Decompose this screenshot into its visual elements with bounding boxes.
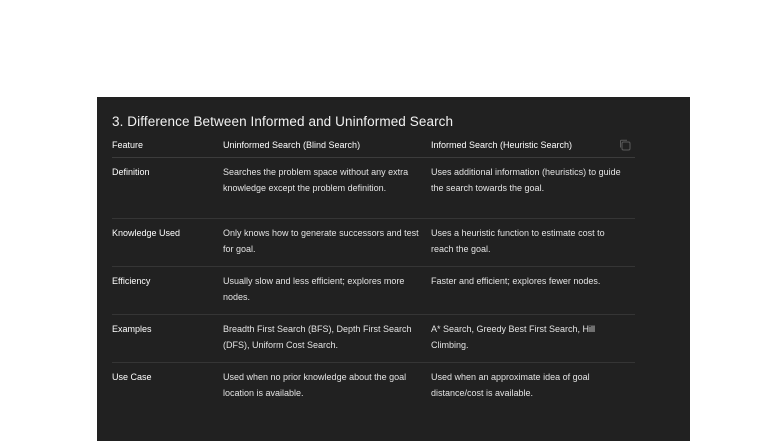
table-row: Efficiency Usually slow and less efficie… [112, 266, 635, 315]
row-informed-cell: Faster and efficient; explores fewer nod… [431, 266, 635, 315]
row-uninformed-cell: Searches the problem space without any e… [223, 157, 431, 219]
table-header-row: Feature Uninformed Search (Blind Search)… [112, 135, 635, 158]
row-uninformed-cell: Usually slow and less efficient; explore… [223, 266, 431, 315]
row-uninformed-cell: Breadth First Search (BFS), Depth First … [223, 314, 431, 363]
comparison-table: Feature Uninformed Search (Blind Search)… [112, 135, 635, 410]
column-header-feature: Feature [112, 135, 223, 158]
row-feature: Use Case [112, 371, 152, 382]
row-informed-cell: Uses additional information (heuristics)… [431, 157, 635, 219]
row-uninformed-cell: Used when no prior knowledge about the g… [223, 371, 407, 399]
table-row: Examples Breadth First Search (BFS), Dep… [112, 314, 635, 363]
row-informed-cell: Used when an approximate idea of goal di… [431, 371, 590, 399]
table-row: Knowledge Used Only knows how to generat… [112, 218, 635, 267]
table-row: Definition Searches the problem space wi… [112, 157, 635, 219]
column-header-informed: Informed Search (Heuristic Search) [431, 135, 635, 158]
row-feature: Examples [112, 314, 223, 363]
section-title: 3. Difference Between Informed and Uninf… [112, 114, 454, 129]
row-feature: Knowledge Used [112, 218, 223, 267]
column-header-uninformed: Uninformed Search (Blind Search) [223, 135, 431, 158]
comparison-panel: 3. Difference Between Informed and Uninf… [97, 97, 690, 441]
row-informed-cell: Uses a heuristic function to estimate co… [431, 218, 635, 267]
table-row: Use Case Used when no prior knowledge ab… [112, 362, 635, 410]
row-informed-cell: A* Search, Greedy Best First Search, Hil… [431, 314, 635, 363]
row-feature: Definition [112, 157, 223, 219]
row-feature: Efficiency [112, 266, 223, 315]
row-uninformed-cell: Only knows how to generate successors an… [223, 218, 431, 267]
